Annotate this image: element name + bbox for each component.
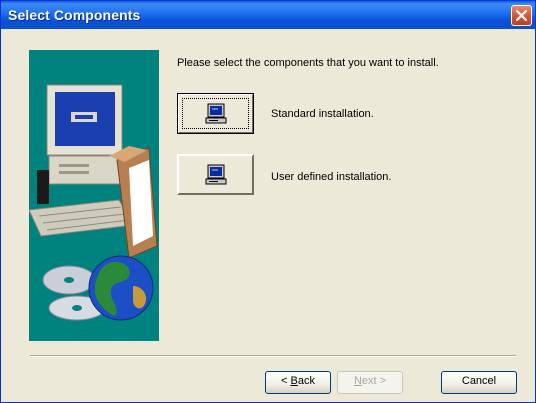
- user-defined-installation-button[interactable]: [177, 154, 254, 195]
- dialog-body: Please select the components that you wa…: [1, 29, 535, 402]
- title-bar: Select Components: [1, 1, 535, 29]
- button-divider: [30, 355, 516, 357]
- setup-dialog: Select Components Please select the comp…: [0, 0, 536, 403]
- computer-icon: [205, 164, 227, 185]
- user-defined-installation-label: User defined installation.: [271, 171, 392, 183]
- standard-installation-button[interactable]: [177, 93, 254, 134]
- close-button[interactable]: [511, 5, 532, 26]
- standard-installation-label: Standard installation.: [271, 108, 374, 120]
- close-icon: [516, 10, 527, 21]
- computer-and-globe-illustration: [28, 50, 159, 341]
- cancel-button[interactable]: Cancel: [441, 371, 517, 394]
- back-button[interactable]: < Back: [265, 371, 331, 394]
- next-button[interactable]: Next >: [337, 371, 403, 394]
- instruction-text: Please select the components that you wa…: [177, 57, 439, 69]
- computer-icon: [205, 103, 227, 124]
- window-title: Select Components: [8, 7, 141, 23]
